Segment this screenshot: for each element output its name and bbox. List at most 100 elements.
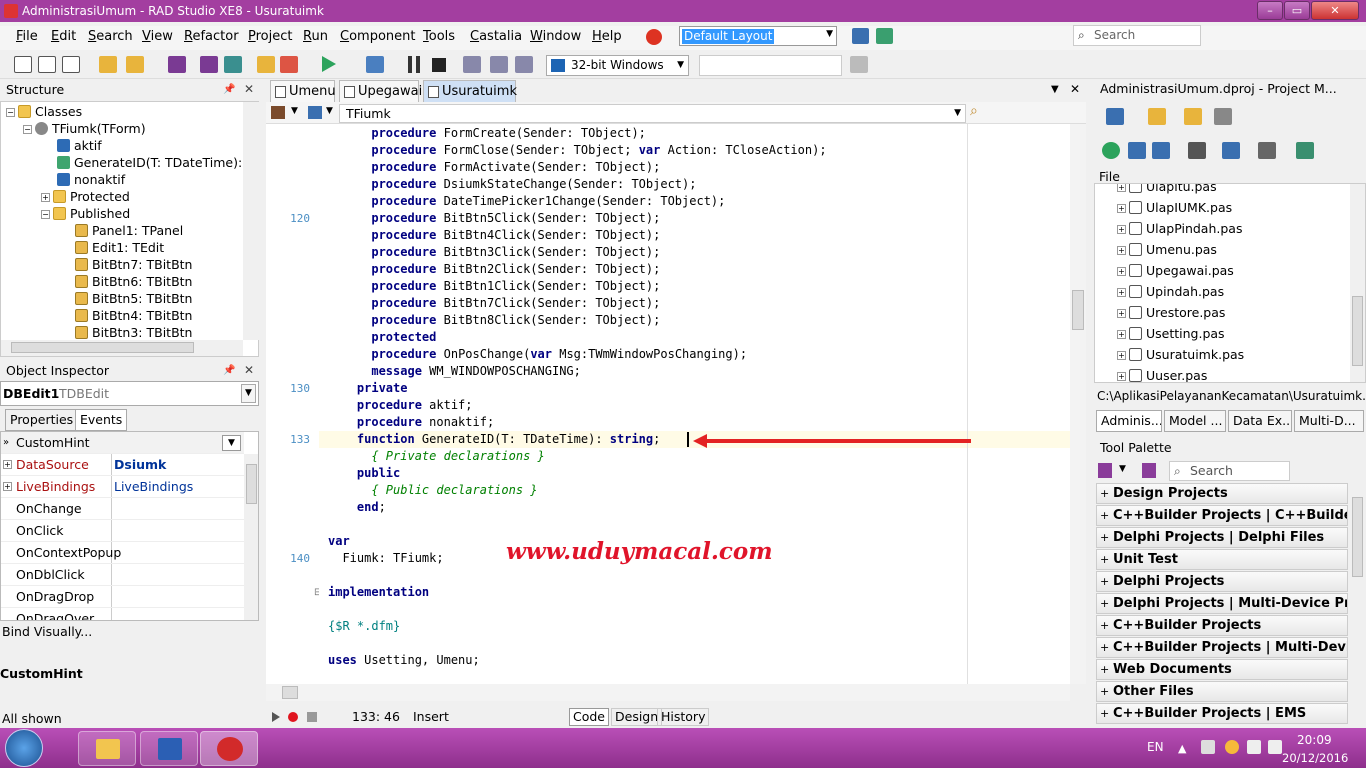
menu-tools[interactable]: Tools: [423, 29, 455, 44]
tray-expand-icon[interactable]: ▲: [1178, 742, 1186, 755]
menu-castalia[interactable]: Castalia: [470, 29, 522, 44]
structure-hscroll[interactable]: [1, 340, 243, 356]
set-debug-desktop-icon[interactable]: [876, 28, 893, 44]
file-item[interactable]: + UlapIUMK.pas: [1117, 197, 1232, 218]
tree-bitbtn7[interactable]: BitBtn7: TBitBtn: [75, 256, 192, 273]
code-line[interactable]: procedure FormCreate(Sender: TObject);: [328, 125, 646, 142]
clock-date[interactable]: 20/12/2016: [1282, 751, 1348, 765]
tab-project-manager[interactable]: Adminis...: [1096, 410, 1162, 432]
code-line[interactable]: procedure BitBtn2Click(Sender: TObject);: [328, 261, 660, 278]
config-icon[interactable]: [1296, 142, 1314, 159]
build-config-combo[interactable]: [699, 55, 842, 76]
prop-oncontextpopup[interactable]: OnContextPopup: [1, 542, 244, 564]
pin-icon[interactable]: 📌: [223, 365, 235, 376]
chevron-down-icon[interactable]: ▼: [241, 384, 256, 403]
file-item[interactable]: + Upindah.pas: [1117, 281, 1224, 302]
clock-time[interactable]: 20:09: [1297, 733, 1332, 747]
code-line[interactable]: procedure DateTimePicker1Change(Sender: …: [328, 193, 725, 210]
prop-customhint[interactable]: » CustomHint ▼: [1, 432, 244, 454]
layout-combo[interactable]: Default Layout ▼: [679, 26, 837, 46]
play-macro-icon[interactable]: [272, 712, 280, 722]
palette-category[interactable]: Delphi Projects: [1096, 571, 1348, 592]
code-line[interactable]: procedure aktif;: [328, 397, 473, 414]
new-items-icon[interactable]: [38, 56, 56, 73]
tree-classes[interactable]: − Classes: [6, 103, 82, 120]
palette-category[interactable]: Web Documents: [1096, 659, 1348, 680]
minimize-button[interactable]: –: [1257, 1, 1283, 20]
help-insight-icon[interactable]: [646, 29, 662, 45]
code-line[interactable]: procedure FormActivate(Sender: TObject);: [328, 159, 660, 176]
editor-vscroll[interactable]: [1070, 124, 1086, 684]
palette-category[interactable]: Other Files: [1096, 681, 1348, 702]
start-button[interactable]: [5, 729, 43, 767]
pause-icon[interactable]: [408, 56, 420, 73]
menu-refactor[interactable]: Refactor: [184, 29, 239, 44]
code-line[interactable]: procedure OnPosChange(var Msg:TWmWindowP…: [328, 346, 747, 363]
code-line[interactable]: procedure BitBtn7Click(Sender: TObject);: [328, 295, 660, 312]
palette-category[interactable]: Design Projects: [1096, 483, 1348, 504]
code-line[interactable]: procedure BitBtn1Click(Sender: TObject);: [328, 278, 660, 295]
bind-visually-link[interactable]: Bind Visually...: [2, 624, 92, 639]
add-to-project-icon[interactable]: [257, 56, 275, 73]
network-icon[interactable]: [1247, 740, 1261, 754]
code-line[interactable]: { Public declarations }: [328, 482, 537, 499]
tree-tfiumk[interactable]: − TFiumk(TForm): [23, 120, 146, 137]
code-line[interactable]: protected: [328, 329, 436, 346]
file-item[interactable]: + Usuratuimk.pas: [1117, 344, 1244, 365]
close-icon[interactable]: ✕: [244, 363, 254, 377]
code-line[interactable]: procedure BitBtn8Click(Sender: TObject);: [328, 312, 660, 329]
palette-category[interactable]: C++Builder Projects: [1096, 615, 1348, 636]
prop-ondragdrop[interactable]: OnDragDrop: [1, 586, 244, 608]
palette-select-icon[interactable]: [1142, 463, 1156, 478]
sync-icon[interactable]: [1102, 142, 1120, 159]
menu-view[interactable]: View: [142, 29, 173, 44]
code-line[interactable]: end;: [328, 499, 386, 516]
file-item[interactable]: + Urestore.pas: [1117, 302, 1225, 323]
chevron-down-icon[interactable]: ▼: [222, 435, 241, 451]
save-desktop-icon[interactable]: [852, 28, 869, 44]
menu-search[interactable]: Search: [88, 29, 133, 44]
code-line[interactable]: implementation: [328, 584, 429, 601]
taskbar-explorer[interactable]: [78, 731, 136, 766]
file-item[interactable]: + Umenu.pas: [1117, 239, 1217, 260]
palette-category[interactable]: C++Builder Projects | C++Builder Files: [1096, 505, 1348, 526]
stop-icon[interactable]: [432, 58, 446, 72]
menu-edit[interactable]: Edit: [51, 29, 76, 44]
tree-aktif[interactable]: aktif: [57, 137, 102, 154]
run-without-debug-icon[interactable]: [366, 56, 384, 73]
class-browser-icon[interactable]: [308, 106, 322, 119]
prop-datasource[interactable]: + DataSource Dsiumk: [1, 454, 244, 476]
code-line[interactable]: procedure FormClose(Sender: TObject; var…: [328, 142, 826, 159]
tree-bitbtn5[interactable]: BitBtn5: TBitBtn: [75, 290, 192, 307]
menu-project[interactable]: Project: [248, 29, 293, 44]
tree-bitbtn3[interactable]: BitBtn3: TBitBtn: [75, 324, 192, 340]
save-as-icon[interactable]: [224, 56, 242, 73]
volume-icon[interactable]: [1268, 740, 1282, 754]
code-line[interactable]: { Private declarations }: [328, 448, 544, 465]
prop-livebindings[interactable]: + LiveBindings LiveBindings: [1, 476, 244, 498]
code-editor[interactable]: procedure FormCreate(Sender: TObject); p…: [319, 124, 1070, 684]
code-line[interactable]: Fiumk: TFiumk;: [328, 550, 443, 567]
view-tab-design[interactable]: Design: [611, 708, 663, 726]
language-indicator[interactable]: EN: [1147, 740, 1164, 754]
palette-search-input[interactable]: ⌕ Search: [1169, 461, 1290, 481]
new-icon[interactable]: [14, 56, 32, 73]
code-line[interactable]: message WM_WINDOWPOSCHANGING;: [328, 363, 581, 380]
trace-to-source-icon[interactable]: [515, 56, 533, 73]
palette-vscroll[interactable]: [1350, 483, 1365, 725]
code-line[interactable]: {$R *.dfm}: [328, 618, 400, 635]
tree-generateid[interactable]: GenerateID(T: TDateTime): str: [57, 154, 243, 171]
tree-nonaktif[interactable]: nonaktif: [57, 171, 125, 188]
editor-hscroll[interactable]: [266, 684, 1070, 701]
close-file-icon[interactable]: [62, 56, 80, 73]
ide-search-input[interactable]: ⌕ Search: [1073, 25, 1201, 46]
code-line[interactable]: procedure nonaktif;: [328, 414, 494, 431]
code-line[interactable]: procedure BitBtn4Click(Sender: TObject);: [328, 227, 660, 244]
palette-categories-icon[interactable]: [1098, 463, 1112, 478]
trace-into-icon[interactable]: [463, 56, 481, 73]
prop-ondblclick[interactable]: OnDblClick: [1, 564, 244, 586]
close-button[interactable]: ✕: [1311, 1, 1359, 20]
expand-icon[interactable]: [1128, 142, 1146, 159]
activate-icon[interactable]: [1106, 108, 1124, 125]
remove-from-project-icon[interactable]: [280, 56, 298, 73]
